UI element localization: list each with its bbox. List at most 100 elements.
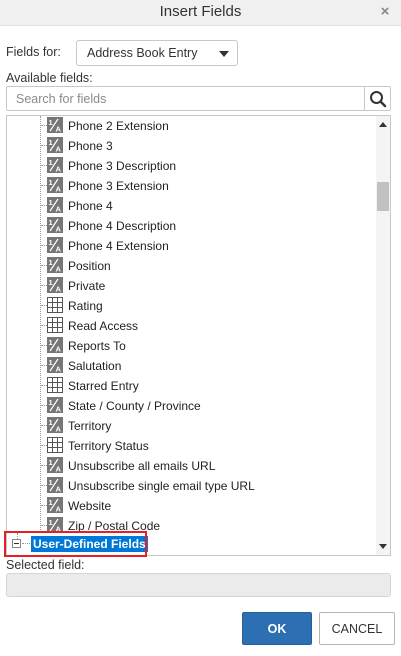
tree-item-label: Private <box>68 279 106 293</box>
tree-item-label: Phone 3 Extension <box>68 179 169 193</box>
ok-button[interactable]: OK <box>242 612 312 645</box>
fields-for-value: Address Book Entry <box>87 46 198 60</box>
svg-text:1: 1 <box>49 218 53 227</box>
tree-item-label: Phone 3 <box>68 139 113 153</box>
svg-text:A: A <box>56 265 62 274</box>
fields-for-label: Fields for: <box>6 45 61 59</box>
grid-field-icon <box>47 437 63 453</box>
text-field-icon: 1A <box>47 477 63 493</box>
tree-item[interactable]: 1 A Unsubscribe all emails URL <box>7 456 376 476</box>
svg-text:1: 1 <box>49 418 53 427</box>
grid-field-icon <box>47 317 63 333</box>
text-field-icon: 1A <box>47 497 63 513</box>
text-field-icon: 1A <box>47 257 63 273</box>
dialog-title: Insert Fields <box>159 3 242 20</box>
cancel-button[interactable]: CANCEL <box>319 612 395 645</box>
tree-item-label: Territory <box>68 419 112 433</box>
svg-text:A: A <box>56 285 62 294</box>
tree-item-label: Website <box>68 499 112 513</box>
scroll-up-icon[interactable] <box>376 118 390 132</box>
svg-text:A: A <box>56 505 62 514</box>
svg-text:1: 1 <box>49 478 53 487</box>
svg-text:A: A <box>56 405 62 414</box>
tree-item-label: Phone 2 Extension <box>68 119 169 133</box>
tree-item[interactable]: 1 A Phone 4 Extension <box>7 236 376 256</box>
tree-item[interactable]: 1 A Position <box>7 256 376 276</box>
text-field-icon: 1A <box>47 357 63 373</box>
tree-item[interactable]: 1 A Phone 3 Description <box>7 156 376 176</box>
text-field-icon: 1A <box>47 177 63 193</box>
svg-text:1: 1 <box>49 518 53 527</box>
tree-item-label: Phone 4 <box>68 199 113 213</box>
svg-text:1: 1 <box>49 178 53 187</box>
tree-item[interactable]: Read Access <box>7 316 376 336</box>
chevron-down-icon <box>219 51 229 57</box>
svg-text:1: 1 <box>49 118 53 127</box>
tree-item-label: Salutation <box>68 359 122 373</box>
svg-text:A: A <box>56 125 62 134</box>
search-button[interactable] <box>364 86 391 111</box>
close-icon[interactable]: × <box>378 4 392 20</box>
svg-text:A: A <box>56 225 62 234</box>
scroll-down-icon[interactable] <box>376 539 390 553</box>
text-field-icon: 1A <box>47 197 63 213</box>
search-input[interactable] <box>6 86 364 111</box>
tree-item[interactable]: 1 A Reports To <box>7 336 376 356</box>
text-field-icon: 1A <box>47 117 63 133</box>
text-field-icon: 1A <box>47 157 63 173</box>
svg-text:A: A <box>56 185 62 194</box>
highlight-box <box>4 531 147 557</box>
svg-text:1: 1 <box>49 398 53 407</box>
vertical-scrollbar[interactable] <box>376 116 390 555</box>
tree-item-label: Phone 3 Description <box>68 159 177 173</box>
tree-item[interactable]: 1 A Phone 4 Description <box>7 216 376 236</box>
tree-item-label: State / County / Province <box>68 399 201 413</box>
svg-text:A: A <box>56 485 62 494</box>
tree-item[interactable]: 1 A Website <box>7 496 376 516</box>
dialog-titlebar: Insert Fields × <box>0 0 401 26</box>
text-field-icon: 1A <box>47 237 63 253</box>
svg-text:A: A <box>56 345 62 354</box>
text-field-icon: 1A <box>47 337 63 353</box>
text-field-icon: 1A <box>47 277 63 293</box>
scrollbar-thumb[interactable] <box>377 182 389 211</box>
tree-item[interactable]: 1 A Phone 4 <box>7 196 376 216</box>
text-field-icon: 1A <box>47 457 63 473</box>
text-field-icon: 1A <box>47 137 63 153</box>
tree-item-label: Reports To <box>68 339 126 353</box>
svg-text:1: 1 <box>49 238 53 247</box>
tree-item[interactable]: 1 A Private <box>7 276 376 296</box>
tree-content: User-Defined Fields 1 A Phone 2 Extension 1… <box>7 116 376 555</box>
svg-text:1: 1 <box>49 158 53 167</box>
svg-text:A: A <box>56 165 62 174</box>
tree-item[interactable]: 1 A Unsubscribe single email type URL <box>7 476 376 496</box>
tree-item[interactable]: Starred Entry <box>7 376 376 396</box>
tree-item[interactable]: Rating <box>7 296 376 316</box>
tree-item-label: Rating <box>68 299 103 313</box>
svg-text:1: 1 <box>49 458 53 467</box>
tree-item[interactable]: 1 A State / County / Province <box>7 396 376 416</box>
fields-for-select[interactable]: Address Book Entry <box>76 40 238 66</box>
tree-item-label: Unsubscribe all emails URL <box>68 459 216 473</box>
svg-text:A: A <box>56 145 62 154</box>
tree-item[interactable]: 1 A Salutation <box>7 356 376 376</box>
svg-text:A: A <box>56 465 62 474</box>
svg-text:A: A <box>56 205 62 214</box>
tree-item[interactable]: Territory Status <box>7 436 376 456</box>
tree-item[interactable]: 1 A Phone 2 Extension <box>7 116 376 136</box>
grid-field-icon <box>47 377 63 393</box>
tree-item[interactable]: 1 A Phone 3 <box>7 136 376 156</box>
tree-item[interactable]: 1 A Phone 3 Extension <box>7 176 376 196</box>
tree-item-label: Unsubscribe single email type URL <box>68 479 255 493</box>
svg-text:1: 1 <box>49 258 53 267</box>
svg-text:A: A <box>56 245 62 254</box>
tree-item[interactable]: 1 A Territory <box>7 416 376 436</box>
available-fields-tree[interactable]: User-Defined Fields 1 A Phone 2 Extension 1… <box>6 115 391 556</box>
svg-text:1: 1 <box>49 278 53 287</box>
selected-field-label: Selected field: <box>6 558 85 572</box>
text-field-icon: 1A <box>47 217 63 233</box>
tree-item-label: Phone 4 Description <box>68 219 177 233</box>
tree-item-label: Position <box>68 259 111 273</box>
tree-item-label: Read Access <box>68 319 139 333</box>
text-field-icon: 1A <box>47 417 63 433</box>
